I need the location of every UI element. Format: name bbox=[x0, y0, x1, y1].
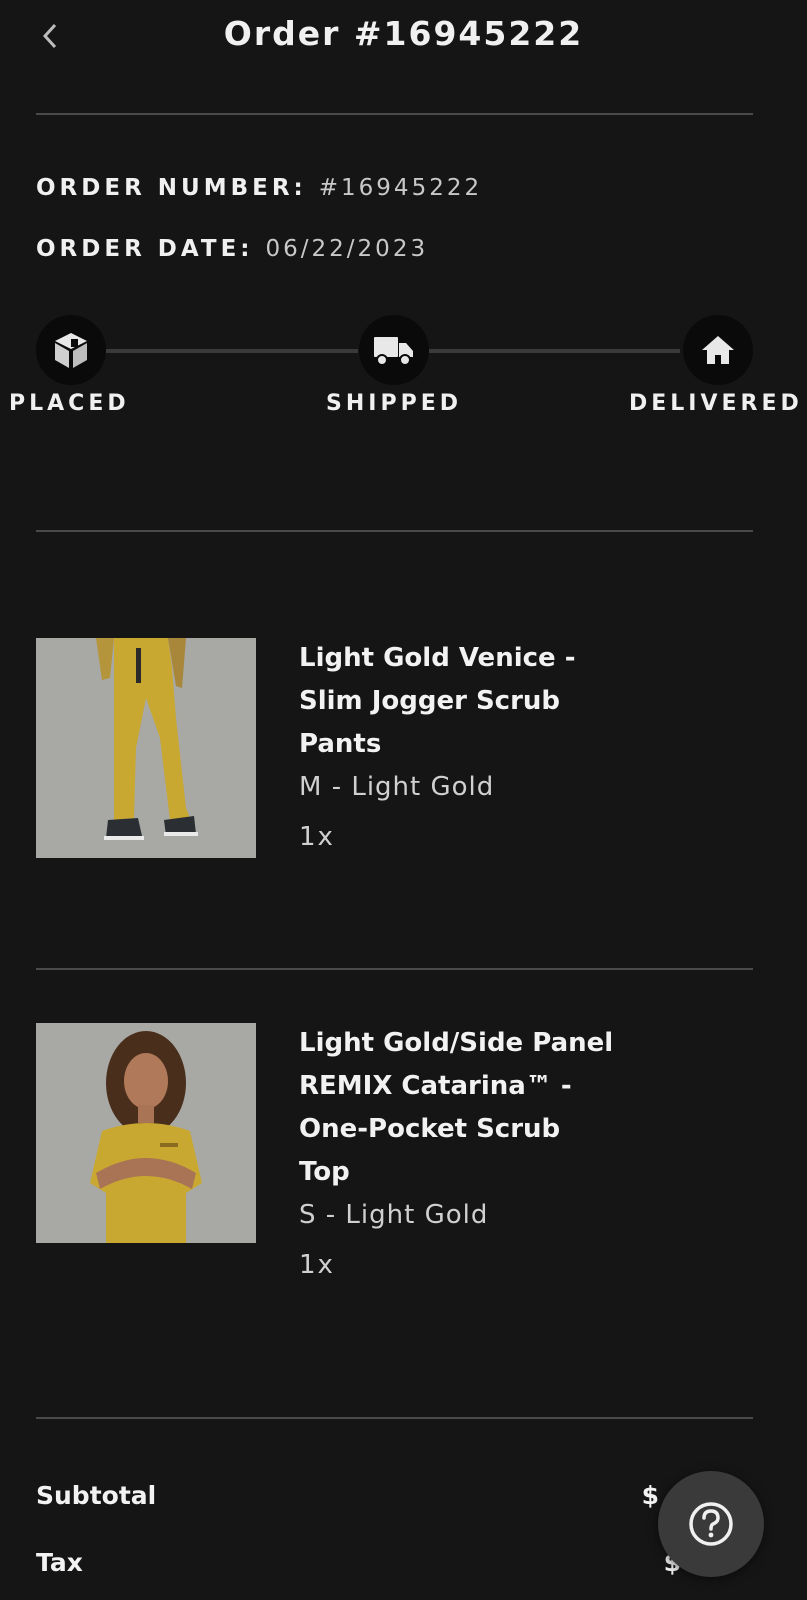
order-number-row: ORDER NUMBER: #16945222 bbox=[36, 175, 482, 201]
product-quantity: 1x bbox=[299, 1250, 335, 1280]
order-date-row: ORDER DATE: 06/22/2023 bbox=[36, 236, 428, 262]
order-date-label: ORDER DATE: bbox=[36, 236, 254, 262]
product-variant: S - Light Gold bbox=[299, 1200, 489, 1230]
order-number-label: ORDER NUMBER: bbox=[36, 175, 307, 201]
tax-label: Tax bbox=[36, 1548, 83, 1577]
step-label-placed: PLACED bbox=[9, 391, 130, 416]
step-placed bbox=[36, 315, 106, 385]
truck-icon bbox=[374, 337, 413, 366]
help-button[interactable] bbox=[658, 1471, 764, 1577]
product-photo-jogger-pants bbox=[36, 638, 256, 858]
step-label-delivered: DELIVERED bbox=[629, 391, 803, 416]
divider bbox=[36, 1417, 753, 1419]
progress-line bbox=[106, 349, 358, 353]
header: Order #16945222 bbox=[0, 0, 807, 72]
progress-line bbox=[428, 349, 680, 353]
divider bbox=[36, 530, 753, 532]
product-image bbox=[36, 1023, 256, 1243]
house-icon bbox=[702, 336, 734, 364]
subtotal-label: Subtotal bbox=[36, 1481, 157, 1510]
question-circle-icon bbox=[689, 1502, 733, 1546]
product-photo-scrub-top bbox=[36, 1023, 256, 1243]
subtotal-value: $ bbox=[641, 1481, 659, 1510]
page-title: Order #16945222 bbox=[223, 14, 584, 53]
order-date-value: 06/22/2023 bbox=[265, 236, 429, 262]
product-title[interactable]: Light Gold Venice - Slim Jogger Scrub Pa… bbox=[299, 637, 619, 766]
product-image bbox=[36, 638, 256, 858]
step-shipped bbox=[359, 315, 429, 385]
product-title[interactable]: Light Gold/Side Panel REMIX Catarina™ - … bbox=[299, 1022, 619, 1194]
divider bbox=[36, 968, 753, 970]
product-quantity: 1x bbox=[299, 822, 335, 852]
step-label-shipped: SHIPPED bbox=[326, 391, 462, 416]
package-icon bbox=[55, 333, 87, 368]
product-variant: M - Light Gold bbox=[299, 772, 495, 802]
divider bbox=[36, 113, 753, 115]
order-number-value: #16945222 bbox=[318, 175, 483, 201]
step-delivered bbox=[683, 315, 753, 385]
